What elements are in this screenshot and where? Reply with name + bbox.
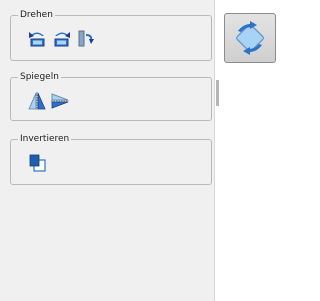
- rotate-180-icon: [78, 30, 94, 47]
- rotate-180-button[interactable]: [75, 27, 97, 49]
- rotate-left-icon: [29, 32, 45, 47]
- invert-icon: [29, 154, 46, 172]
- flip-horizontal-icon: [28, 92, 46, 110]
- mirror-group-title: Spiegeln: [18, 72, 61, 83]
- rotate-group: Drehen: [10, 10, 212, 61]
- rotate-right-button[interactable]: [51, 27, 73, 49]
- flip-horizontal-button[interactable]: [26, 90, 48, 112]
- rotate-left-button[interactable]: [26, 27, 48, 49]
- rotate-group-title: Drehen: [18, 10, 55, 21]
- invert-button[interactable]: [26, 152, 48, 174]
- transform-panel: Drehen Spiegeln Invertieren: [0, 0, 215, 301]
- scrollbar-grip[interactable]: [216, 80, 219, 106]
- invert-group: Invertieren: [10, 134, 212, 185]
- invert-group-title: Invertieren: [18, 134, 72, 145]
- flip-vertical-button[interactable]: [49, 90, 71, 112]
- rotate-right-icon: [54, 32, 70, 47]
- flip-vertical-icon: [51, 93, 69, 109]
- rotate-transform-icon: [236, 21, 264, 55]
- rotate-transform-button[interactable]: [224, 13, 276, 63]
- mirror-group: Spiegeln: [10, 72, 212, 121]
